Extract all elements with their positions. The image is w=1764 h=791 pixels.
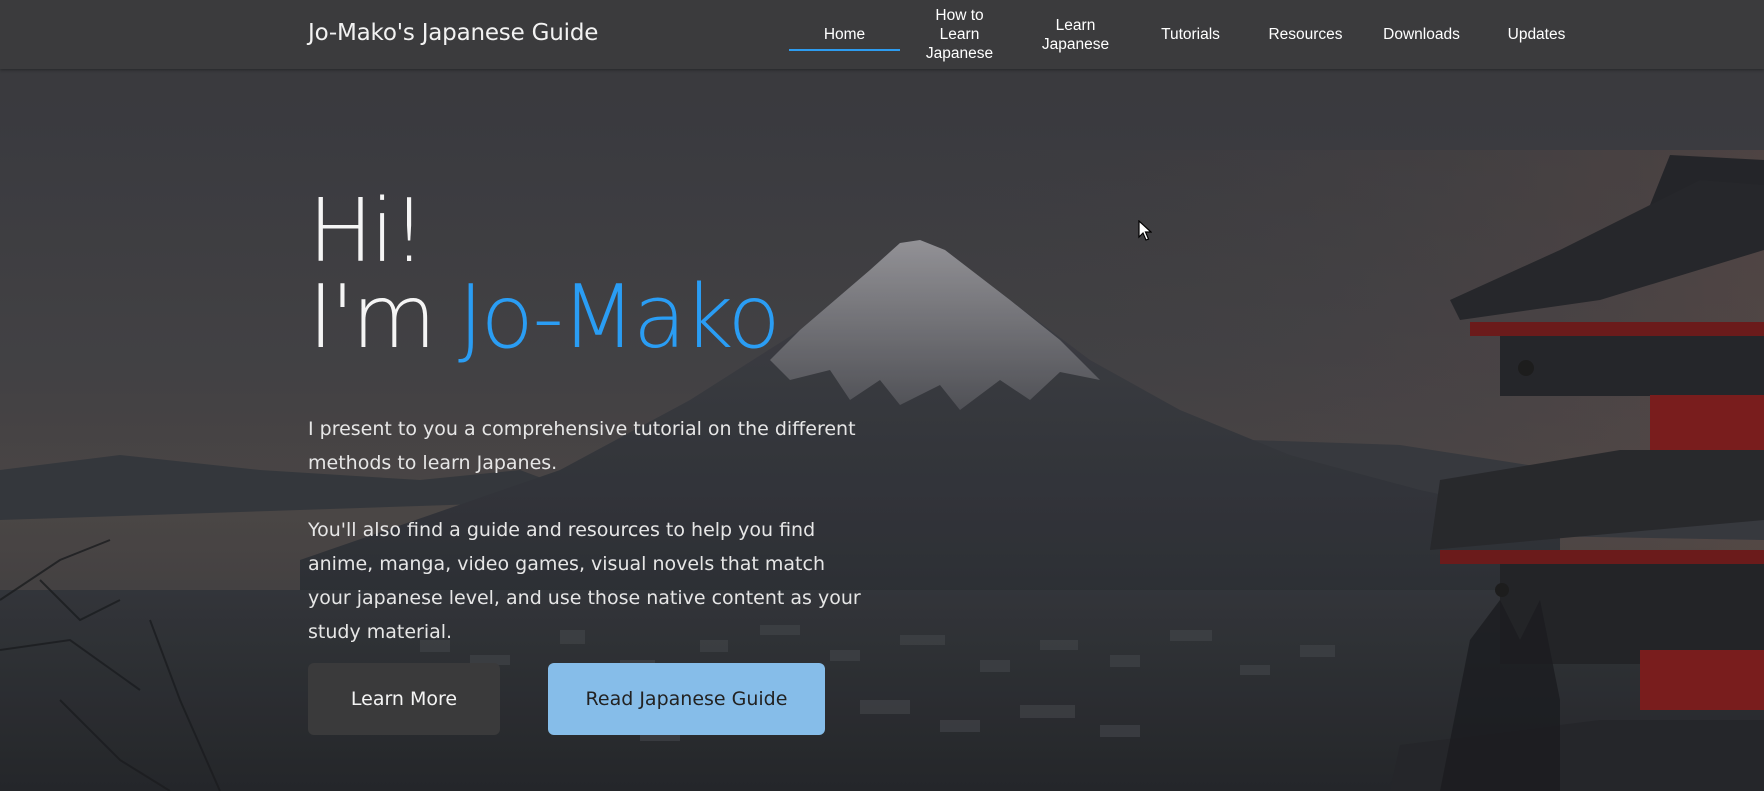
mouse-cursor-icon [1138, 219, 1153, 246]
nav-item-label: Learn Japanese [1041, 16, 1110, 53]
nav-item-learn-japanese[interactable]: Learn Japanese [1018, 0, 1133, 69]
hero-author-name: Jo-Mako [457, 266, 781, 368]
nav-item-label: How to Learn Japanese [925, 7, 994, 62]
nav-item-home[interactable]: Home [787, 0, 902, 69]
hero-paragraph-intro: I present to you a comprehensive tutoria… [308, 418, 856, 474]
nav-item-how-to-learn-japanese[interactable]: How to Learn Japanese [902, 0, 1017, 69]
hero-background-image [0, 0, 1764, 791]
top-navbar: Jo-Mako's Japanese Guide Home How to Lea… [0, 0, 1764, 69]
nav-item-tutorials[interactable]: Tutorials [1133, 0, 1248, 69]
nav-item-label: Updates [1507, 26, 1566, 43]
read-japanese-guide-button[interactable]: Read Japanese Guide [548, 663, 825, 735]
nav-item-label: Home [823, 26, 866, 43]
hero-intro-prefix: I'm [308, 266, 458, 368]
nav-item-updates[interactable]: Updates [1479, 0, 1594, 69]
site-brand[interactable]: Jo-Mako's Japanese Guide [308, 20, 598, 46]
nav-item-downloads[interactable]: Downloads [1364, 0, 1479, 69]
nav-item-label: Resources [1268, 26, 1343, 43]
nav-item-label: Tutorials [1161, 26, 1220, 43]
learn-more-button[interactable]: Learn More [308, 663, 500, 735]
nav-item-label: Downloads [1383, 26, 1460, 43]
hero-paragraph-resources: You'll also find a guide and resources t… [308, 519, 861, 643]
hero-intro-line: I'm Jo-Mako [308, 274, 781, 361]
hero-greeting: Hi! [308, 180, 426, 282]
hero-heading: Hi! I'm Jo-Mako [308, 180, 781, 361]
nav-item-resources[interactable]: Resources [1248, 0, 1363, 69]
